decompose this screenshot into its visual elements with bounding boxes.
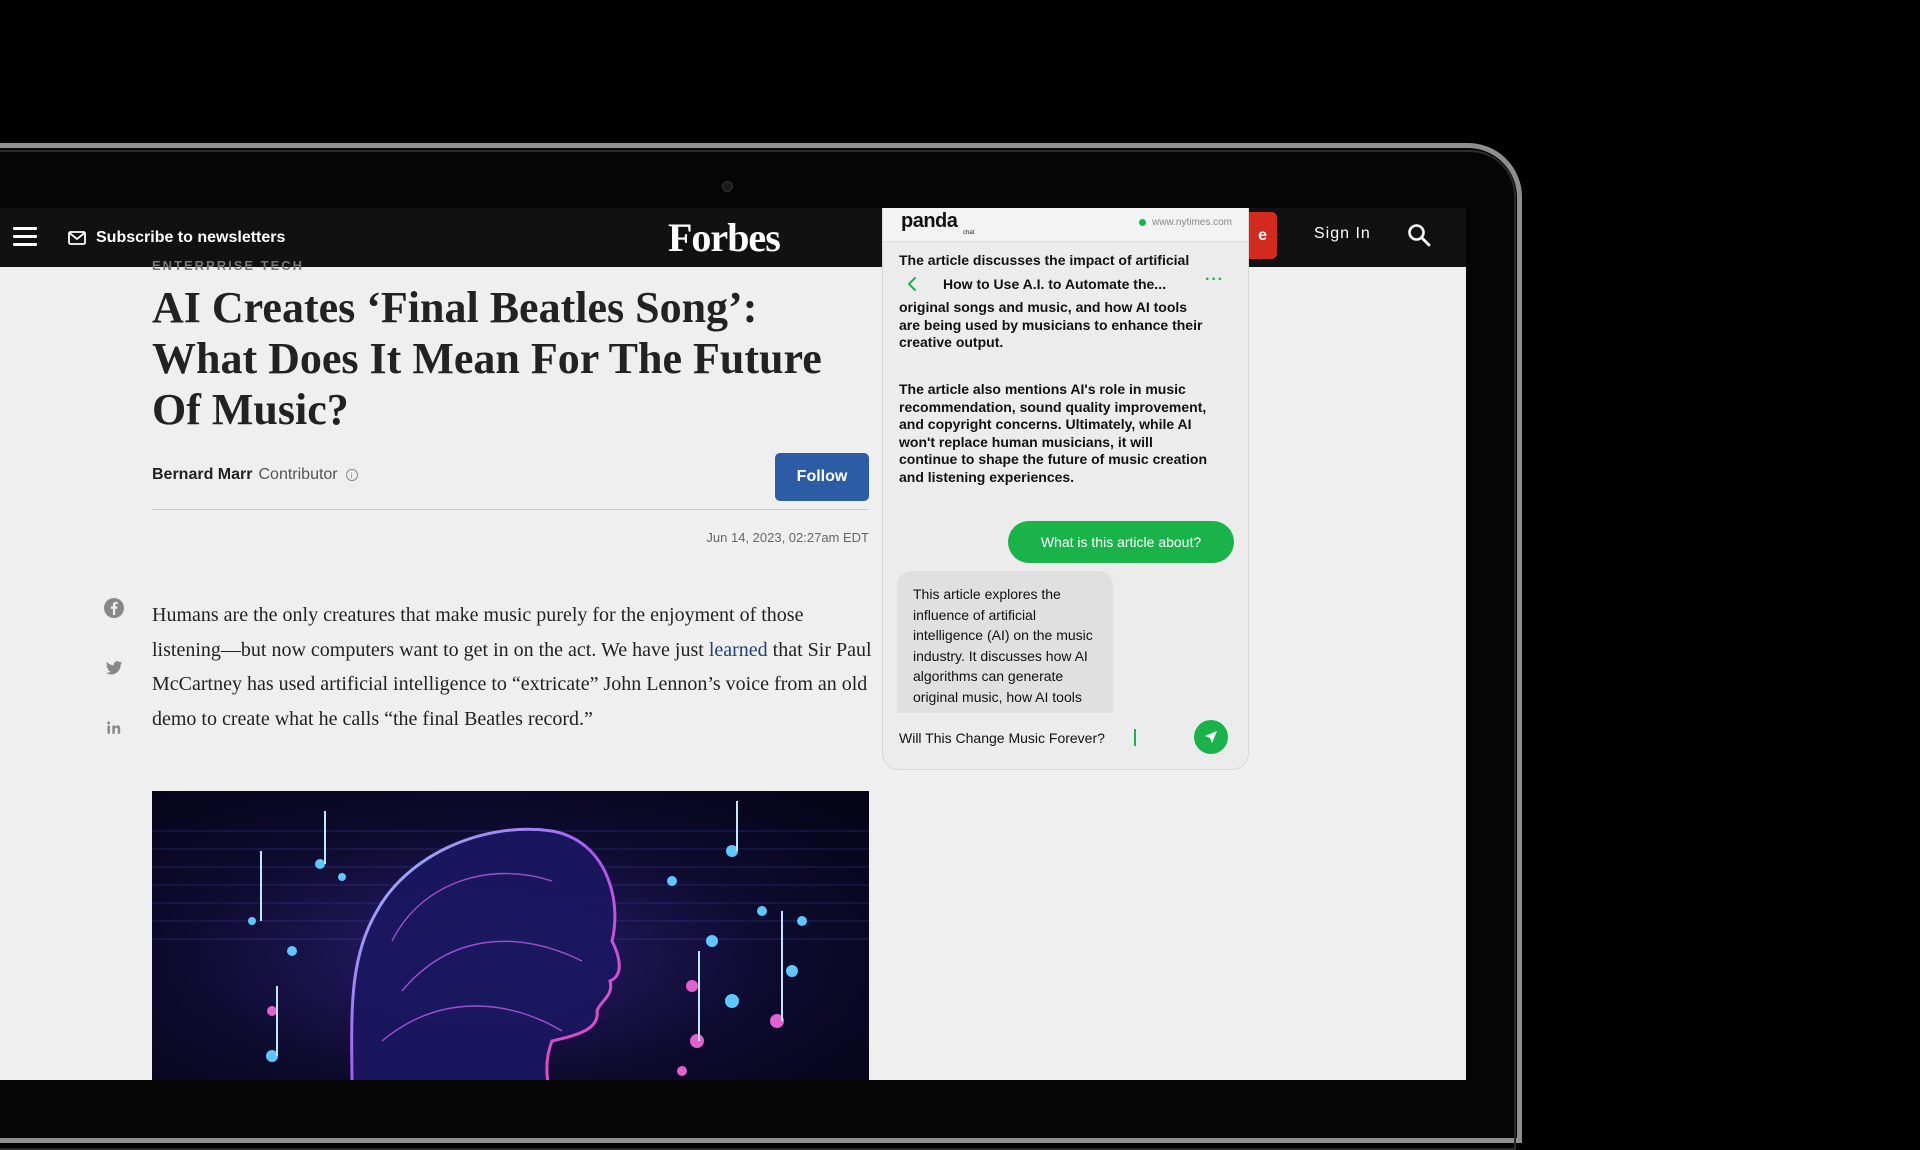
thread-bar: How to Use A.I. to Automate the... ··· xyxy=(883,269,1248,299)
linkedin-share-icon[interactable] xyxy=(103,717,125,739)
status-dot-icon xyxy=(1138,219,1146,226)
byline-divider xyxy=(152,509,869,510)
thread-title: How to Use A.I. to Automate the... xyxy=(943,276,1166,292)
mail-icon xyxy=(68,231,86,245)
chevron-left-icon[interactable] xyxy=(907,276,917,292)
chat-scroll-area[interactable]: intelligence (AI) on the music industry.… xyxy=(883,299,1248,713)
send-button[interactable] xyxy=(1194,720,1228,754)
follow-button[interactable]: Follow xyxy=(775,453,869,501)
article-date: Jun 14, 2023, 02:27am EDT xyxy=(706,530,869,545)
summary-paragraph-1: intelligence (AI) on the music industry.… xyxy=(899,299,1203,350)
subscribe-newsletters-link[interactable]: Subscribe to newsletters xyxy=(68,224,285,252)
info-icon[interactable]: i xyxy=(345,469,358,481)
article-category[interactable]: ENTERPRISE TECH xyxy=(152,258,304,273)
panda-logo-sub: chat xyxy=(963,230,975,236)
bot-message-text: This article explores the influence of a… xyxy=(913,586,1093,713)
forbes-logo[interactable]: Forbes xyxy=(668,214,781,261)
send-icon xyxy=(1205,731,1217,743)
newsletter-label: Subscribe to newsletters xyxy=(96,229,286,246)
text-caret xyxy=(1134,729,1136,746)
byline: Bernard Marr Contributor i xyxy=(152,466,358,484)
panda-chat-panel: panda chat www.nytimes.com The article d… xyxy=(883,208,1248,769)
site-url: www.nytimes.com xyxy=(1151,217,1232,228)
panda-logo: panda xyxy=(901,210,958,232)
facebook-share-icon[interactable] xyxy=(103,597,125,619)
sign-in-link[interactable]: Sign In xyxy=(1314,225,1371,243)
more-options-icon[interactable]: ··· xyxy=(1205,271,1224,289)
panda-header: panda chat www.nytimes.com xyxy=(883,208,1248,242)
user-message-bubble: What is this article about? xyxy=(1008,521,1234,563)
current-site: www.nytimes.com xyxy=(1138,217,1232,228)
summary-paragraph-2: The article also mentions AI's role in m… xyxy=(899,381,1208,485)
search-icon[interactable] xyxy=(1406,222,1432,248)
menu-icon[interactable] xyxy=(13,227,37,247)
body-text-1: Humans are the only creatures that make … xyxy=(152,604,804,661)
article-body: Humans are the only creatures that make … xyxy=(152,598,872,736)
chat-input[interactable] xyxy=(897,720,1221,756)
article-headline: AI Creates ‘Final Beatles Song’: What Do… xyxy=(152,283,822,434)
summary-heading: The article discusses the impact of arti… xyxy=(899,252,1190,268)
twitter-share-icon[interactable] xyxy=(103,657,125,679)
bot-message-bubble: This article explores the influence of a… xyxy=(897,571,1113,713)
author-role: Contributor xyxy=(258,466,338,483)
author-name[interactable]: Bernard Marr xyxy=(152,466,252,484)
browser-screen: Subscribe to newsletters Forbes e Sign I… xyxy=(0,208,1466,1080)
learned-link[interactable]: learned xyxy=(709,639,768,661)
article-hero-image xyxy=(152,791,869,1080)
webcam xyxy=(722,181,733,192)
chat-input-row xyxy=(883,714,1248,760)
